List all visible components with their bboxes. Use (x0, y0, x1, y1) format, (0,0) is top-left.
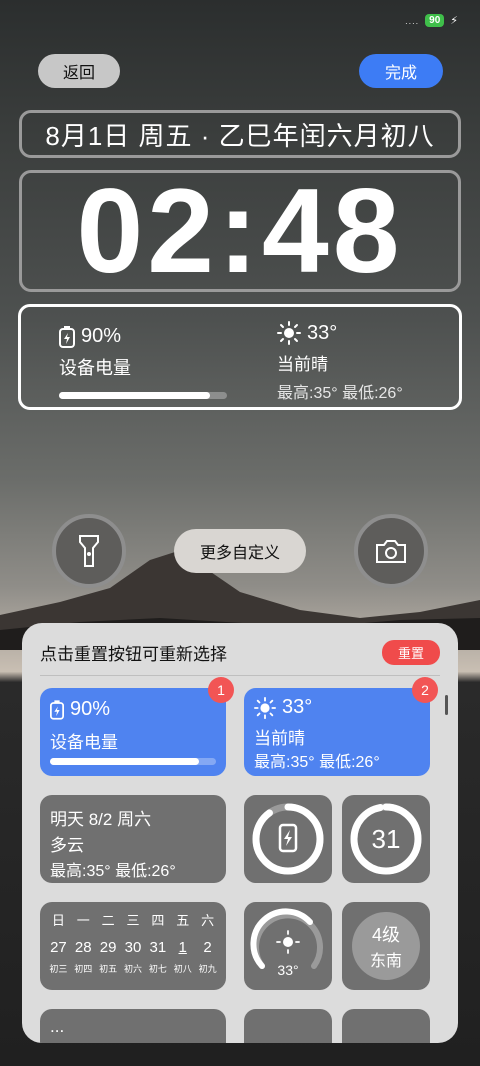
tile-battery-label: 设备电量 (50, 733, 118, 752)
widget-picker-panel: 点击重置按钮可重新选择 重置 1 90% 设备电量 2 33° 当前晴 最高:3… (22, 623, 458, 1043)
forecast-range: 最高:35° 最低:26° (50, 863, 176, 880)
calendar-weekdays: 日一二三四五六 (46, 910, 220, 929)
date-text: 8月1日 周五 · 乙巳年闰六月初八 (45, 120, 435, 151)
calendar-tile[interactable]: 日一二三四五六 27 28 29 30 31 1 2 初三 初四 初五 初六 初七 初八 初九 (40, 902, 226, 990)
calendar-day: 28 (74, 939, 92, 956)
weather-tile[interactable]: 2 33° 当前晴 最高:35° 最低:26° (244, 677, 438, 776)
clock-time: 02:48 (76, 164, 404, 298)
selection-badge: 1 (208, 677, 234, 703)
weather-range: 最高:35° 最低:26° (277, 385, 403, 402)
status-bar: .... 90 ⚡ (405, 14, 458, 27)
temp-gauge-value: 33° (277, 962, 299, 978)
calendar-lunar-day: 初八 (173, 964, 192, 974)
battery-percent: 90% (81, 325, 122, 347)
calendar-weekday: 三 (126, 913, 140, 928)
calendar-weekday: 一 (76, 913, 90, 928)
battery-widget: 90% 设备电量 (59, 325, 239, 399)
battery-ring-icon (252, 803, 324, 875)
divider (40, 675, 440, 676)
battery-icon: 90 (425, 14, 445, 27)
tile-battery-bar-fill (50, 758, 200, 765)
calendar-day: 27 (50, 939, 67, 956)
tile-weather-range: 最高:35° 最低:26° (254, 754, 380, 771)
calendar-lunar-day: 初三 (49, 964, 68, 974)
tile-weather-cond: 当前晴 (254, 729, 305, 748)
calendar-lunar-day: 初六 (123, 964, 142, 974)
calendar-weekday: 四 (151, 913, 165, 928)
sun-icon (254, 696, 276, 719)
calendar-day: 29 (99, 939, 117, 956)
calendar-weekday: 二 (101, 913, 115, 928)
tile-battery-bar (50, 758, 216, 765)
wind-level: 4级 (371, 925, 400, 945)
weather-temp: 33° (307, 321, 338, 344)
calendar-day: 1 (178, 939, 187, 956)
wind-circle: 4级 东南 (352, 912, 420, 980)
wind-direction: 东南 (369, 953, 402, 970)
flashlight-button[interactable] (52, 514, 126, 588)
calendar-weekday: 六 (201, 913, 215, 928)
sun-icon (277, 321, 301, 345)
partial-tile[interactable]: ... (40, 1009, 226, 1043)
reset-button[interactable]: 重置 (382, 639, 440, 665)
calendar-weekday: 日 (51, 913, 65, 928)
tile-weather-temp: 33° (282, 696, 313, 718)
tile-battery-percent: 90% (70, 698, 111, 720)
scrollbar[interactable] (445, 695, 448, 715)
battery-label: 设备电量 (59, 358, 131, 378)
temp-gauge-tile[interactable]: 33° (244, 902, 332, 990)
calendar-weekday: 五 (176, 913, 190, 928)
date-widget[interactable]: 8月1日 周五 · 乙巳年闰六月初八 (19, 110, 461, 158)
battery-bar-fill (59, 392, 211, 399)
more-customize-button[interactable]: 更多自定义 (174, 529, 306, 573)
battery-icon (59, 325, 75, 348)
partial-ring-tile[interactable] (342, 1009, 430, 1043)
calendar-day: 30 (124, 939, 142, 956)
calendar-days: 27 28 29 30 31 1 2 (46, 939, 220, 956)
calendar-day: 31 (149, 939, 167, 956)
forecast-cond: 多云 (50, 836, 84, 855)
clock-widget[interactable]: 02:48 (19, 170, 461, 292)
calendar-lunar-day: 初九 (198, 964, 217, 974)
calendar-lunar: 初三 初四 初五 初六 初七 初八 初九 (46, 962, 220, 975)
date-ring-tile[interactable]: 31 (342, 795, 430, 883)
back-button[interactable]: 返回 (38, 54, 120, 88)
calendar-lunar-day: 初四 (74, 964, 93, 974)
flashlight-icon (79, 535, 99, 567)
signal-icon: .... (405, 15, 420, 26)
calendar-day: 2 (203, 939, 212, 956)
partial-tile-text: ... (50, 1017, 65, 1036)
panel-header: 点击重置按钮可重新选择 重置 (40, 637, 440, 667)
partial-ring-tile[interactable] (244, 1009, 332, 1043)
date-ring-value: 31 (371, 823, 401, 854)
weather-condition: 当前晴 (277, 355, 328, 374)
forecast-tile[interactable]: 明天 8/2 周六 多云 最高:35° 最低:26° (40, 795, 226, 883)
battery-ring-tile[interactable] (244, 795, 332, 883)
calendar-lunar-day: 初七 (148, 964, 167, 974)
battery-bar (59, 392, 227, 399)
selection-badge: 2 (412, 677, 438, 703)
info-widget[interactable]: 90% 设备电量 33° 当前晴 最高:35° 最低:26° (18, 304, 462, 410)
calendar-lunar-day: 初五 (99, 964, 118, 974)
charging-icon: ⚡ (450, 15, 458, 27)
done-button[interactable]: 完成 (359, 54, 443, 88)
battery-icon (50, 699, 64, 720)
battery-tile[interactable]: 1 90% 设备电量 (40, 677, 234, 776)
camera-button[interactable] (354, 514, 428, 588)
panel-hint: 点击重置按钮可重新选择 (40, 644, 227, 664)
camera-icon (376, 540, 406, 563)
wind-tile[interactable]: 4级 东南 (342, 902, 430, 990)
weather-widget: 33° 当前晴 最高:35° 最低:26° (277, 321, 457, 403)
forecast-day: 明天 8/2 周六 (50, 810, 152, 829)
